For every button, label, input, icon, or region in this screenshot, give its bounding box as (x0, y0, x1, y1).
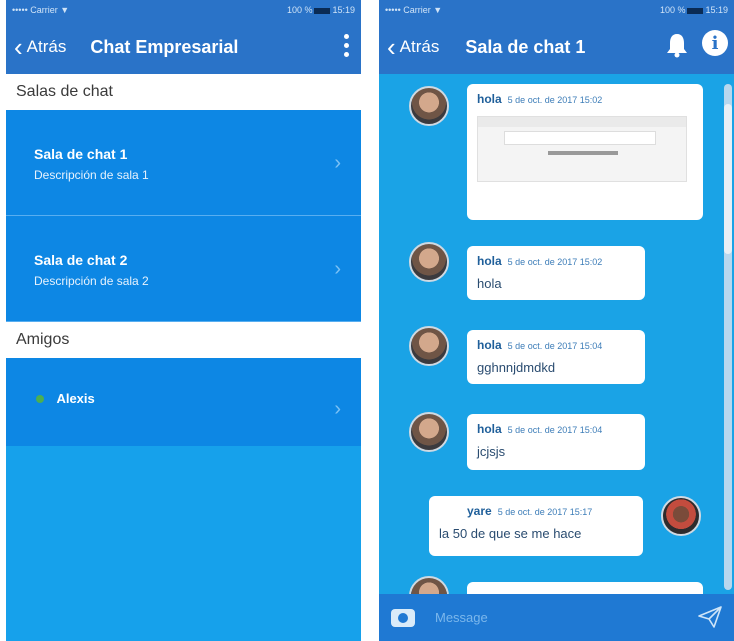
message-time: 5 de oct. de 2017 15:04 (507, 425, 603, 435)
battery-icon (687, 7, 704, 14)
page-title: Sala de chat 1 (465, 36, 586, 57)
chevron-left-icon: ‹ (387, 32, 396, 62)
camera-icon[interactable] (391, 608, 415, 627)
room-description: Descripción de sala 2 (34, 274, 149, 288)
scrollbar[interactable] (724, 84, 732, 590)
chat-room-screen: ••••• Carrier ▼ 100 % 15:19 ‹ Atrás Sala … (379, 0, 734, 641)
message-list[interactable]: hola 5 de oct. de 2017 15:02 hola 5 de oct… (379, 74, 719, 596)
nav-bar: ‹ Atrás Chat Empresarial (6, 20, 361, 74)
message-input[interactable] (433, 609, 677, 626)
status-bar: ••••• Carrier ▼ 100 % 15:19 (6, 0, 361, 20)
room-name: Sala de chat 2 (34, 252, 128, 268)
message-text: jcjsjs (477, 444, 506, 459)
message-time: 5 de oct. de 2017 15:02 (507, 95, 603, 105)
chat-list-screen: ••••• Carrier ▼ 100 % 15:19 ‹ Atrás Chat … (6, 0, 361, 641)
chevron-right-icon: › (334, 258, 341, 280)
info-icon[interactable]: i (702, 30, 728, 56)
section-header-friends: Amigos (6, 322, 361, 358)
avatar[interactable] (409, 326, 449, 366)
page-title: Chat Empresarial (90, 36, 239, 57)
message-user: hola (477, 92, 502, 106)
section-header-rooms: Salas de chat (6, 74, 361, 110)
back-label: Atrás (399, 37, 440, 56)
avatar[interactable] (409, 576, 449, 596)
chevron-right-icon: › (334, 398, 341, 420)
back-button[interactable]: ‹ Atrás (6, 34, 66, 60)
image-attachment[interactable] (477, 116, 687, 182)
message-user: yare (467, 504, 492, 518)
message-bubble: hola 5 de oct. de 2017 15:04 gghnnjdmdkd (467, 330, 645, 384)
room-description: Descripción de sala 1 (34, 168, 149, 182)
message-user: hola (477, 422, 502, 436)
message-time: 5 de oct. de 2017 15:17 (497, 507, 593, 517)
status-bar: ••••• Carrier ▼ 100 % 15:19 (379, 0, 734, 20)
carrier-label: ••••• Carrier (12, 5, 58, 15)
time-label: 15:19 (332, 5, 355, 15)
friend-item[interactable]: Alexis › (6, 358, 361, 446)
time-label: 15:19 (705, 5, 728, 15)
battery-icon (314, 7, 331, 14)
kebab-menu-icon[interactable] (344, 34, 349, 57)
avatar[interactable] (409, 242, 449, 282)
chat-room-item[interactable]: Sala de chat 2 Descripción de sala 2 › (6, 216, 361, 322)
message-composer (379, 594, 734, 641)
message-bubble: hola 5 de oct. de 2017 15:02 (467, 84, 703, 220)
back-button[interactable]: ‹ Atrás (379, 34, 439, 60)
message-bubble: hola 5 de oct. de 2017 15:02 hola (467, 246, 645, 300)
wifi-icon: ▼ (433, 5, 443, 15)
empty-area (6, 446, 361, 641)
room-name: Sala de chat 1 (34, 146, 128, 162)
back-label: Atrás (26, 37, 67, 56)
message-bubble: hola 5 de oct. de 2017 15:04 jcjsjs (467, 414, 645, 470)
chevron-left-icon: ‹ (14, 32, 23, 62)
avatar[interactable] (409, 86, 449, 126)
message-user: hola (477, 338, 502, 352)
nav-bar: ‹ Atrás Sala de chat 1 i (379, 20, 734, 74)
message-user: hola (477, 254, 502, 268)
avatar[interactable] (661, 496, 701, 536)
message-time: 5 de oct. de 2017 15:04 (507, 341, 603, 351)
online-dot-icon (36, 395, 44, 403)
message-text: gghnnjdmdkd (477, 360, 556, 375)
message-time: 5 de oct. de 2017 15:02 (507, 257, 603, 267)
bell-icon[interactable] (666, 32, 688, 58)
battery-label: 100 % (659, 5, 686, 15)
message-text: hola (477, 276, 502, 291)
friend-name: Alexis (56, 391, 95, 406)
battery-label: 100 % (286, 5, 313, 15)
message-text: la 50 de que se me hace (439, 526, 582, 541)
avatar[interactable] (409, 412, 449, 452)
wifi-icon: ▼ (60, 5, 70, 15)
chat-room-item[interactable]: Sala de chat 1 Descripción de sala 1 › (6, 110, 361, 216)
chevron-right-icon: › (334, 152, 341, 174)
carrier-label: ••••• Carrier (385, 5, 431, 15)
message-bubble: yare 5 de oct. de 2017 15:17 la 50 de que… (429, 496, 643, 556)
send-icon[interactable] (698, 606, 722, 628)
